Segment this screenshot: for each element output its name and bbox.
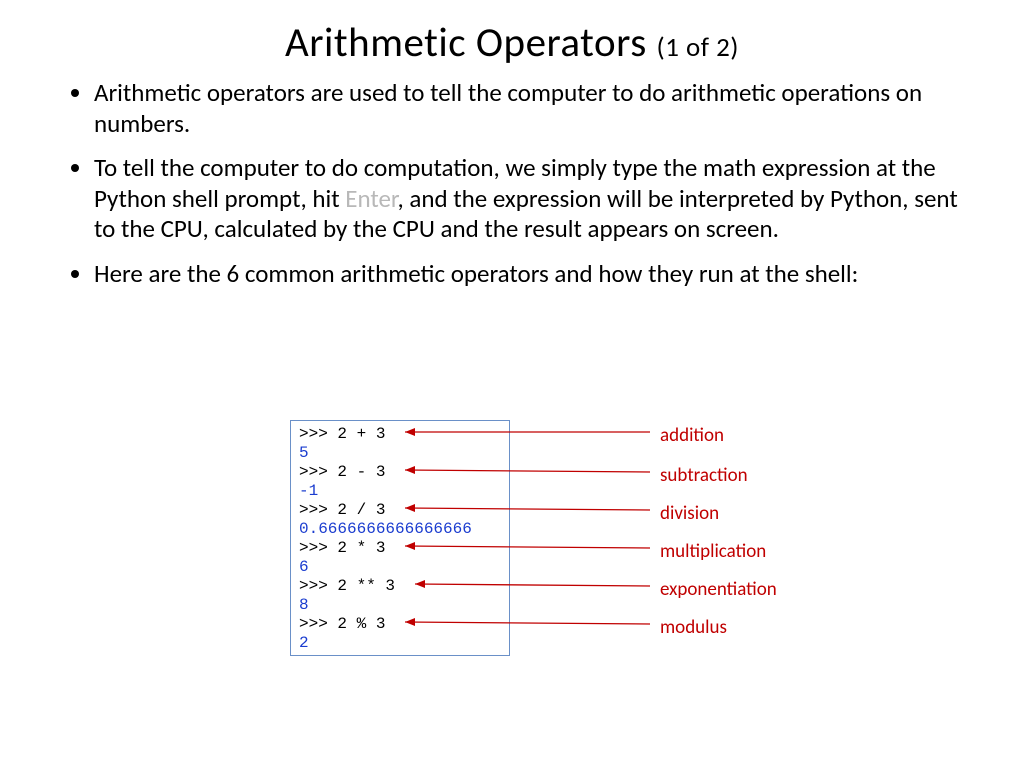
shell-input: >>> 2 * 3 xyxy=(299,539,501,558)
shell-input: >>> 2 ** 3 xyxy=(299,577,501,596)
operator-label: addition xyxy=(660,424,724,447)
title-main: Arithmetic Operators xyxy=(285,18,657,68)
shell-input: >>> 2 / 3 xyxy=(299,501,501,520)
bullet-text: Here are the 6 common arithmetic operato… xyxy=(94,258,858,289)
title-sub: (1 of 2) xyxy=(657,31,739,64)
shell-output: 5 xyxy=(299,444,501,463)
bullet-item: To tell the computer to do computation, … xyxy=(94,153,964,245)
bullet-text: Enter xyxy=(345,183,397,214)
slide: Arithmetic Operators (1 of 2) Arithmetic… xyxy=(0,0,1024,768)
bullet-item: Arithmetic operators are used to tell th… xyxy=(94,78,964,139)
operator-label: multiplication xyxy=(660,540,766,563)
shell-output: 8 xyxy=(299,596,501,615)
operator-label: modulus xyxy=(660,616,727,639)
shell-input: >>> 2 + 3 xyxy=(299,425,501,444)
shell-area: >>> 2 + 35>>> 2 - 3-1>>> 2 / 30.66666666… xyxy=(290,420,510,656)
bullet-text: Arithmetic operators are used to tell th… xyxy=(94,77,922,139)
shell-output: 2 xyxy=(299,634,501,653)
bullet-item: Here are the 6 common arithmetic operato… xyxy=(94,259,964,290)
operator-label: subtraction xyxy=(660,464,748,487)
shell-input: >>> 2 % 3 xyxy=(299,615,501,634)
operator-label: exponentiation xyxy=(660,578,777,601)
bullet-list: Arithmetic operators are used to tell th… xyxy=(60,78,964,289)
python-shell: >>> 2 + 35>>> 2 - 3-1>>> 2 / 30.66666666… xyxy=(290,420,510,656)
shell-input: >>> 2 - 3 xyxy=(299,463,501,482)
shell-output: 0.6666666666666666 xyxy=(299,520,501,539)
shell-output: -1 xyxy=(299,482,501,501)
operator-label: division xyxy=(660,502,719,525)
shell-output: 6 xyxy=(299,558,501,577)
slide-title: Arithmetic Operators (1 of 2) xyxy=(60,18,964,68)
